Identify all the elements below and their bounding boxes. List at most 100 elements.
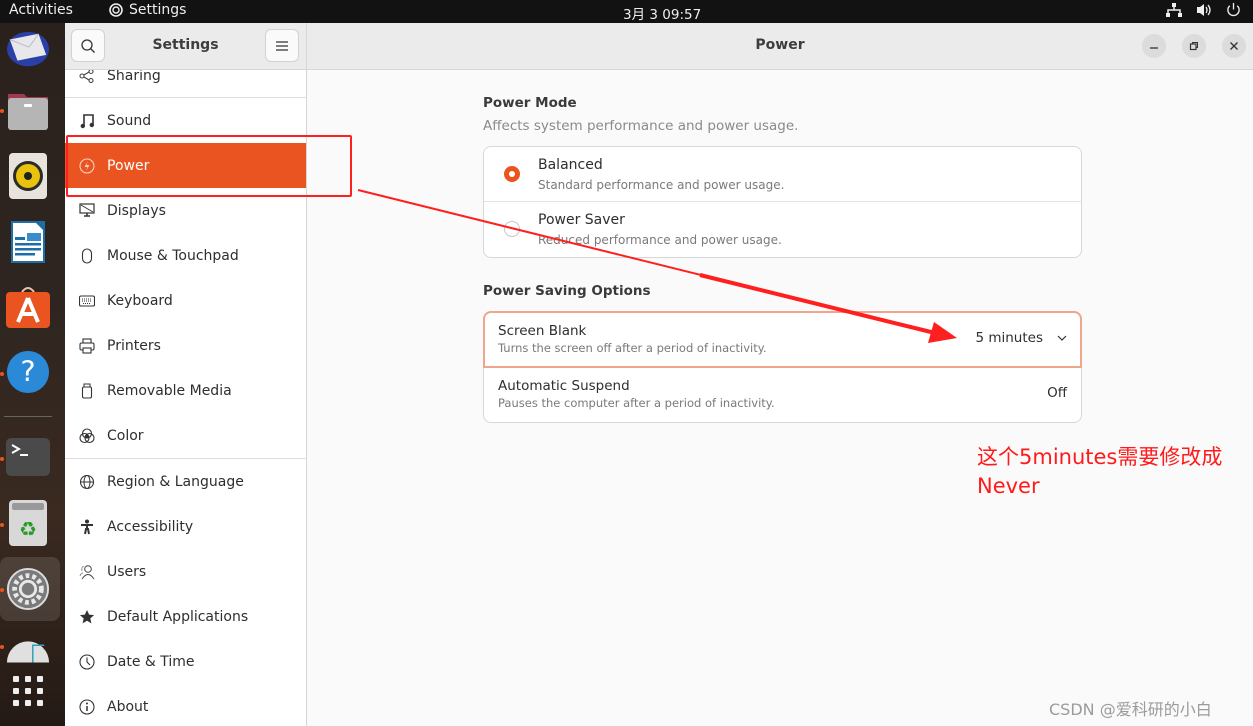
trash-icon: ♻ <box>9 500 47 546</box>
annotation-line-2: Never <box>977 474 1040 498</box>
sidebar-item-label: Printers <box>107 337 161 354</box>
dock-help[interactable]: ? <box>6 350 50 394</box>
printer-icon <box>79 337 95 354</box>
radio-power-saver[interactable] <box>504 221 520 237</box>
keyboard-icon <box>79 294 95 307</box>
option-desc: Standard performance and power usage. <box>538 178 785 192</box>
sidebar-item-sound[interactable]: Sound <box>65 98 306 143</box>
main-menu-button[interactable] <box>265 29 299 62</box>
svg-text:♻: ♻ <box>19 517 37 541</box>
row-title: Automatic Suspend <box>498 378 630 394</box>
terminal-icon <box>6 438 50 476</box>
activities-button[interactable]: Activities <box>9 2 73 18</box>
show-apps-button[interactable] <box>6 669 50 713</box>
app-center-icon <box>6 287 50 328</box>
dock: ? ♻ <box>0 23 65 726</box>
power-mode-power-saver[interactable]: Power Saver Reduced performance and powe… <box>484 202 1081 257</box>
sidebar-item-label: Region & Language <box>107 473 244 490</box>
maximize-button[interactable] <box>1182 34 1206 58</box>
power-icon <box>1227 2 1240 17</box>
sidebar-item-removable-media[interactable]: Removable Media <box>65 368 306 413</box>
dock-terminal[interactable] <box>6 435 50 479</box>
thunderbird-icon <box>6 31 50 67</box>
minimize-icon <box>1150 47 1158 49</box>
app-menu[interactable]: Settings <box>108 2 186 18</box>
sidebar-item-sharing[interactable]: Sharing <box>65 70 306 98</box>
network-icon <box>1166 2 1182 17</box>
sidebar-item-displays[interactable]: Displays <box>65 188 306 233</box>
sidebar-item-default-applications[interactable]: Default Applications <box>65 594 306 639</box>
automatic-suspend-row[interactable]: Automatic Suspend Pauses the computer af… <box>484 367 1081 422</box>
mouse-icon <box>81 247 93 264</box>
svg-text:?: ? <box>20 355 35 389</box>
sidebar-item-label: Default Applications <box>107 608 249 625</box>
sidebar[interactable]: Sharing Sound Power Displays Mouse & Tou… <box>65 70 307 726</box>
screen-blank-dropdown[interactable]: 5 minutes <box>975 330 1067 346</box>
power-bolt-icon <box>79 157 95 174</box>
power-mode-subtitle: Affects system performance and power usa… <box>483 118 799 134</box>
power-mode-balanced[interactable]: Balanced Standard performance and power … <box>484 147 1081 202</box>
sidebar-item-printers[interactable]: Printers <box>65 323 306 368</box>
dock-files[interactable] <box>6 89 50 133</box>
system-tray[interactable] <box>1166 2 1241 17</box>
power-saving-title: Power Saving Options <box>483 283 651 299</box>
display-icon <box>79 203 95 217</box>
restore-icon <box>1189 42 1198 51</box>
option-desc: Reduced performance and power usage. <box>538 233 782 247</box>
option-title: Power Saver <box>538 212 625 228</box>
sidebar-item-date-time[interactable]: Date & Time <box>65 639 306 684</box>
dock-libreoffice-writer[interactable] <box>6 220 50 264</box>
sidebar-item-keyboard[interactable]: Keyboard <box>65 278 306 323</box>
sidebar-item-label: Power <box>107 157 150 174</box>
hamburger-menu-icon <box>276 40 288 51</box>
users-icon <box>79 564 95 579</box>
sidebar-item-label: Removable Media <box>107 382 232 399</box>
option-title: Balanced <box>538 157 603 173</box>
sidebar-item-label: Users <box>107 563 147 580</box>
row-title: Screen Blank <box>498 323 587 339</box>
sidebar-item-label: Sound <box>107 112 152 129</box>
close-button[interactable] <box>1222 34 1246 58</box>
app-menu-label: Settings <box>129 2 187 18</box>
speaker-icon <box>9 153 47 199</box>
dock-disk-usage[interactable] <box>6 629 50 673</box>
sidebar-item-power[interactable]: Power <box>65 143 306 188</box>
star-icon <box>79 609 95 623</box>
sidebar-item-label: Displays <box>107 202 166 219</box>
writer-icon <box>11 221 45 263</box>
radio-balanced[interactable] <box>504 166 520 182</box>
color-icon <box>79 427 95 443</box>
screen-blank-row[interactable]: Screen Blank Turns the screen off after … <box>483 311 1082 368</box>
sidebar-item-label: Sharing <box>107 70 161 84</box>
dock-trash[interactable]: ♻ <box>6 500 50 546</box>
sidebar-item-label: Color <box>107 427 144 444</box>
clock-icon <box>79 653 95 670</box>
sidebar-item-about[interactable]: About <box>65 684 306 726</box>
dock-thunderbird[interactable] <box>6 29 50 73</box>
share-icon <box>79 70 94 83</box>
sidebar-item-accessibility[interactable]: Accessibility <box>65 504 306 549</box>
power-panel: Power Mode Affects system performance an… <box>308 71 1253 726</box>
music-note-icon <box>80 113 94 128</box>
sidebar-item-color[interactable]: Color <box>65 413 306 458</box>
search-button[interactable] <box>71 29 105 62</box>
sidebar-item-users[interactable]: Users <box>65 549 306 594</box>
globe-icon <box>79 474 95 489</box>
chevron-down-icon <box>1057 335 1067 341</box>
dock-settings[interactable] <box>6 567 50 611</box>
sidebar-item-mouse-touchpad[interactable]: Mouse & Touchpad <box>65 233 306 278</box>
accessibility-icon <box>81 519 93 534</box>
sidebar-item-region-language[interactable]: Region & Language <box>65 459 306 504</box>
disk-usage-icon <box>6 641 50 663</box>
settings-window: Settings Power Sharing Sound Power Displ… <box>65 23 1253 726</box>
power-mode-card: Balanced Standard performance and power … <box>483 146 1082 258</box>
dock-app-center[interactable] <box>6 285 50 329</box>
automatic-suspend-value[interactable]: Off <box>1047 385 1067 401</box>
page-title: Power <box>755 37 805 53</box>
sidebar-header: Settings <box>65 23 307 70</box>
minimize-button[interactable] <box>1142 34 1166 58</box>
sidebar-item-label: Accessibility <box>107 518 194 535</box>
clock[interactable]: 3月 3 09:57 <box>623 3 701 23</box>
dock-rhythmbox[interactable] <box>6 153 50 199</box>
sidebar-item-label: Mouse & Touchpad <box>107 247 239 264</box>
